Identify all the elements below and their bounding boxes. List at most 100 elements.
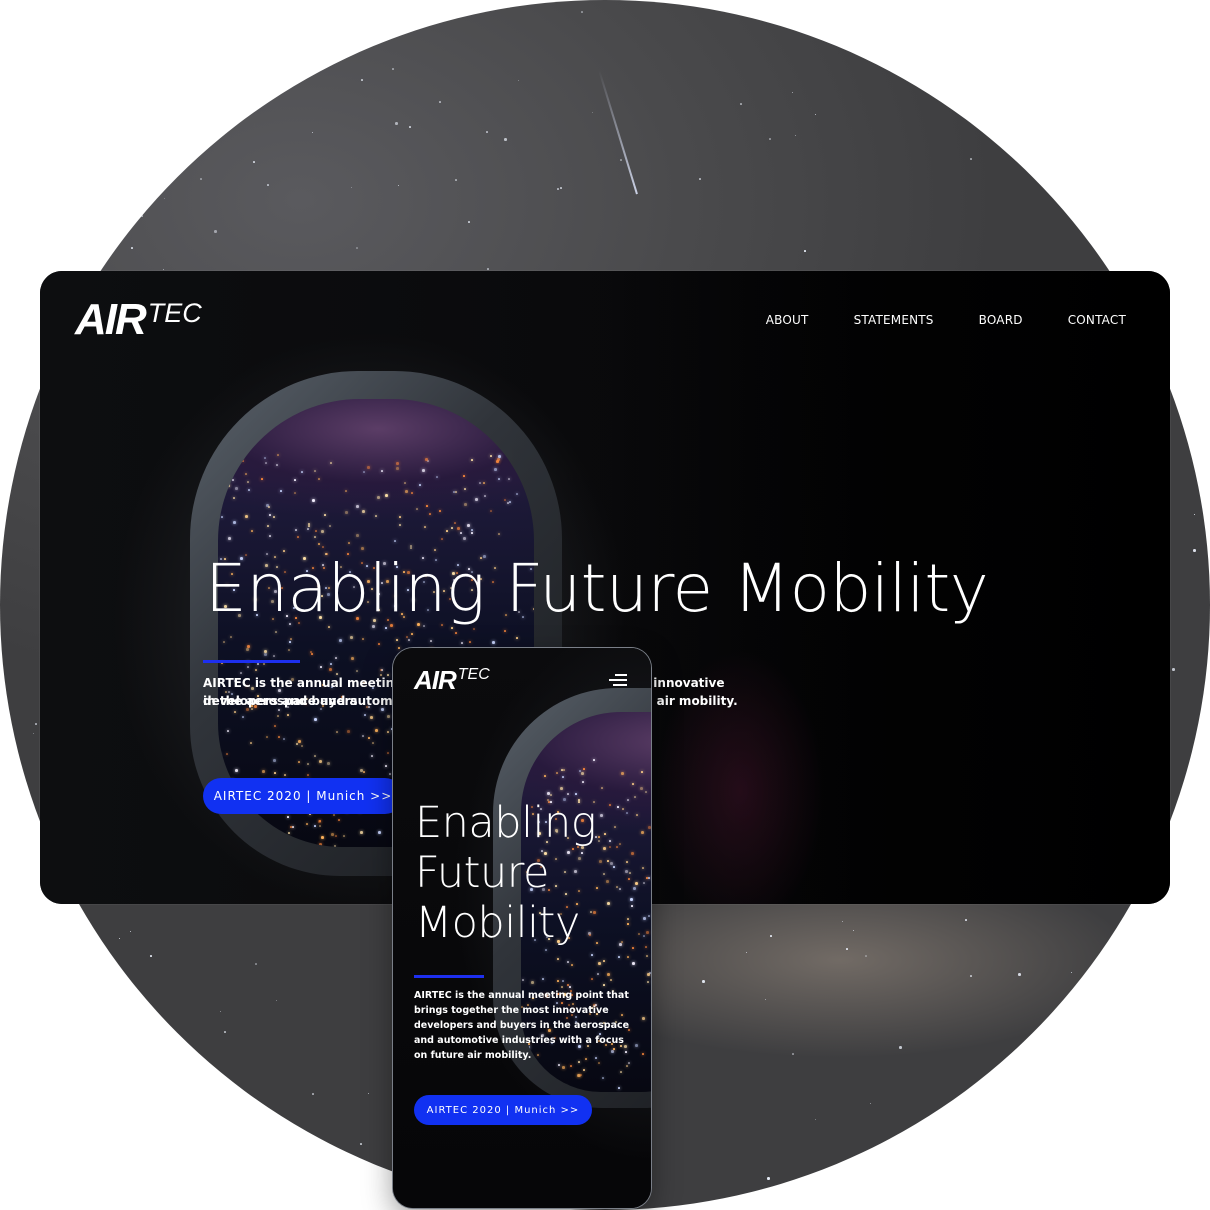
star [201,3,202,4]
star [255,963,257,965]
city-light [609,846,611,848]
star [455,179,457,181]
city-light [636,814,638,816]
star [486,131,488,133]
mobile-event-cta-button[interactable]: AIRTEC 2020 | Munich >> [414,1095,592,1125]
star [792,1053,794,1055]
star [1018,973,1021,976]
star [361,79,363,81]
star [970,975,972,977]
nav-item-contact[interactable]: CONTACT [1068,313,1126,327]
star [770,935,772,937]
city-light [647,973,650,976]
logo-tec-text: TEC [147,298,202,328]
hero-title: Enabling Future Mobility [205,550,989,627]
city-light [530,1063,532,1065]
city-light [638,933,640,935]
star [27,1001,29,1003]
city-light [593,759,595,761]
city-light [522,979,524,981]
city-light [614,826,616,828]
city-light [562,980,564,982]
city-light [558,1064,560,1066]
hero-accent-line [203,660,300,663]
star [1131,1168,1133,1170]
city-light [645,791,647,793]
star [336,56,338,58]
city-light [625,870,628,873]
star [853,930,854,931]
event-cta-button[interactable]: AIRTEC 2020 | Munich >> [203,778,403,814]
star [119,938,120,939]
nav-item-statements[interactable]: STATEMENTS [854,313,934,327]
city-light [598,962,601,965]
star [95,1116,97,1118]
star [31,256,34,259]
star [4,746,6,748]
star [1190,18,1191,19]
star [804,250,806,252]
city-light [648,915,650,917]
city-light [627,799,629,801]
star [312,1093,314,1095]
star [699,178,701,180]
city-light [542,978,544,980]
city-light [622,808,624,810]
city-light [619,888,621,890]
nav-item-about[interactable]: ABOUT [766,313,809,327]
mobile-hero-title-line-1: Enabling [415,798,597,848]
star [360,1143,362,1145]
city-light [616,846,618,848]
city-light [536,1085,538,1087]
city-light [583,1069,585,1071]
hamburger-menu-icon[interactable] [609,674,627,686]
city-light [630,898,633,901]
city-light [632,947,634,949]
mobile-hero-title-line-2: Future [415,848,549,898]
mobile-hero-title-line-3: Mobility [415,898,580,948]
city-light [628,878,630,880]
city-light [643,882,645,884]
city-light [597,973,599,975]
star [150,955,152,957]
city-light [632,783,634,785]
star [163,269,164,270]
city-light [627,923,629,925]
city-light [632,962,635,965]
city-light [642,1017,645,1020]
city-light [577,1074,580,1077]
star [24,1187,26,1189]
star [224,1031,226,1033]
star [131,247,133,249]
city-light [562,776,564,778]
star [1164,962,1166,964]
city-light [609,804,611,806]
star [560,187,562,189]
mobile-airtec-logo[interactable]: AIR TEC [414,666,490,694]
star [468,221,470,223]
star [815,114,816,115]
star [70,1059,72,1061]
star [439,101,441,103]
nav-item-board[interactable]: BOARD [979,313,1023,327]
city-light [643,917,646,920]
star [312,132,313,133]
city-light [621,941,623,943]
star [205,1187,207,1189]
city-light [647,981,649,983]
city-light [619,843,621,845]
city-light [646,955,648,957]
city-light [599,860,602,863]
star [132,220,134,222]
star [702,980,705,983]
airtec-logo[interactable]: AIR TEC [75,297,202,343]
city-light [603,847,606,850]
star [1116,1036,1117,1037]
star [592,112,593,113]
star [1109,202,1111,204]
star [98,25,101,28]
star [746,952,747,953]
star [33,733,34,734]
star [409,126,411,128]
city-light [562,1066,565,1069]
